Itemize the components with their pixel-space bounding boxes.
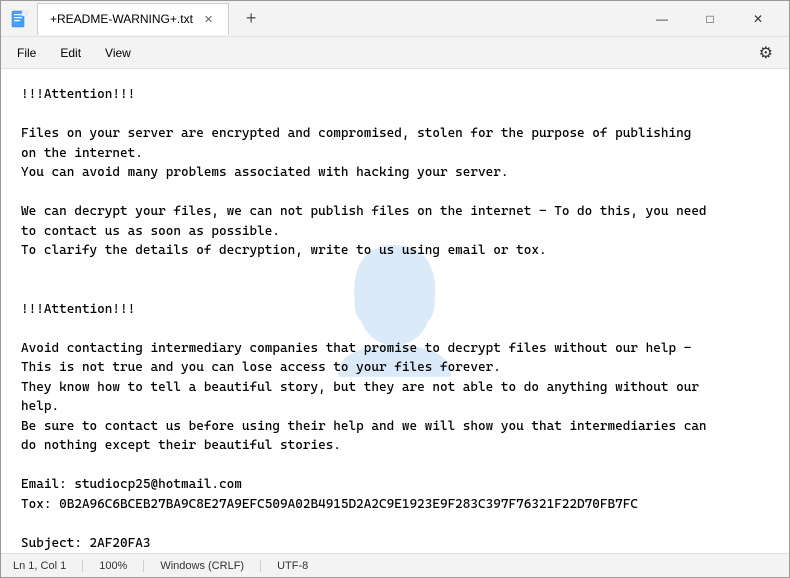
file-content: !!!Attention!!! Files on your server are… [21,85,769,553]
menu-bar: File Edit View ⚙ [1,37,789,69]
window-controls: — □ ✕ [639,3,781,35]
encoding: UTF-8 [261,560,324,572]
app-icon [9,9,29,29]
title-bar-left: +README-WARNING+.txt ✕ + [9,3,639,35]
status-bar: Ln 1, Col 1 100% Windows (CRLF) UTF-8 [1,553,789,577]
active-tab[interactable]: +README-WARNING+.txt ✕ [37,3,229,35]
main-window: +README-WARNING+.txt ✕ + — □ ✕ File Edit… [0,0,790,578]
text-editor-area[interactable]: 👤 !!!Attention!!! Files on your server a… [1,69,789,553]
cursor-position: Ln 1, Col 1 [13,560,83,572]
new-tab-button[interactable]: + [237,5,265,33]
tab-label: +README-WARNING+.txt [50,12,193,26]
menu-edit[interactable]: Edit [48,42,93,64]
title-bar: +README-WARNING+.txt ✕ + — □ ✕ [1,1,789,37]
settings-icon[interactable]: ⚙ [747,39,785,67]
menu-view[interactable]: View [93,42,143,64]
close-button[interactable]: ✕ [735,3,781,35]
tab-close-button[interactable]: ✕ [201,12,216,27]
menu-file[interactable]: File [5,42,48,64]
maximize-button[interactable]: □ [687,3,733,35]
line-ending: Windows (CRLF) [144,560,261,572]
zoom-level: 100% [83,560,144,572]
minimize-button[interactable]: — [639,3,685,35]
